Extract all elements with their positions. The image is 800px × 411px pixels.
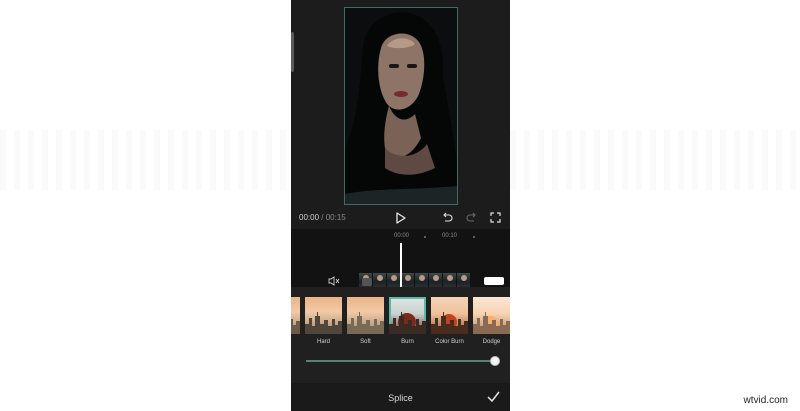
blend-mode-thumbnail: [473, 297, 510, 334]
clip-frame: [457, 273, 470, 287]
preview-frame-image: [345, 8, 457, 204]
blend-mode-partial[interactable]: [291, 297, 300, 345]
opacity-slider-track[interactable]: [306, 360, 496, 362]
total-time: 00:15: [325, 213, 346, 222]
blend-mode-item[interactable]: Color Burn: [431, 297, 468, 345]
bottom-bar: Splice: [291, 383, 510, 411]
city-skyline-image: [347, 312, 384, 334]
clip-frame: [387, 273, 400, 287]
blend-mode-list[interactable]: Hard Soft Burn Color Burn Dodge: [291, 297, 510, 345]
blend-mode-label: Hard: [316, 339, 330, 345]
blend-mode-item[interactable]: Dodge: [473, 297, 510, 345]
time-readout: 00:00 / 00:15: [299, 213, 346, 222]
tick-dot: [424, 236, 426, 238]
tick-dot: [473, 236, 475, 238]
blend-mode-thumbnail: [291, 297, 300, 334]
blend-mode-thumbnail: [431, 297, 468, 334]
playback-bar: 00:00 / 00:15: [291, 207, 510, 229]
clip-edit-badge[interactable]: [362, 278, 372, 286]
background-right: [510, 130, 800, 190]
side-handle[interactable]: [291, 32, 294, 72]
time-separator: /: [319, 213, 326, 222]
add-clip-button[interactable]: [484, 277, 504, 285]
blend-mode-label: Burn: [401, 339, 414, 345]
blend-mode-panel: Hard Soft Burn Color Burn Dodge: [291, 287, 510, 383]
blend-mode-item[interactable]: Soft: [347, 297, 384, 345]
video-clip-track[interactable]: [359, 273, 471, 287]
mute-icon[interactable]: [328, 276, 340, 286]
app-screen: 00:00 / 00:15 00:00 00:10 Hard Soft Burn…: [291, 0, 510, 411]
playhead[interactable]: [400, 243, 402, 287]
blend-mode-thumbnail: [389, 297, 426, 334]
tick-label: 00:00: [394, 233, 410, 239]
fullscreen-icon[interactable]: [490, 212, 501, 223]
clip-frame: [443, 273, 456, 287]
blend-mode-label: Dodge: [482, 339, 501, 345]
watermark: wtvid.com: [743, 395, 788, 406]
clip-frame: [429, 273, 442, 287]
city-skyline-image: [305, 312, 342, 334]
blend-mode-label: Color Burn: [435, 339, 464, 345]
play-icon[interactable]: [395, 212, 406, 224]
undo-icon[interactable]: [442, 212, 453, 223]
clip-frame: [401, 273, 414, 287]
city-skyline-image: [291, 319, 300, 334]
current-time: 00:00: [299, 213, 320, 222]
tick-label: 00:10: [442, 233, 458, 239]
city-skyline-image: [473, 312, 510, 334]
clip-frame: [373, 273, 386, 287]
timeline[interactable]: 00:00 00:10: [291, 229, 510, 287]
city-skyline-image: [389, 312, 426, 334]
panel-title: Splice: [388, 393, 413, 403]
blend-mode-item[interactable]: Hard: [305, 297, 342, 345]
blend-mode-label: Soft: [360, 339, 371, 345]
blend-mode-item-selected[interactable]: Burn: [389, 297, 426, 345]
blend-mode-thumbnail: [305, 297, 342, 334]
clip-frame: [415, 273, 428, 287]
blend-mode-thumbnail: [347, 297, 384, 334]
opacity-slider-knob[interactable]: [490, 356, 500, 366]
video-preview[interactable]: [344, 7, 458, 205]
checkmark-icon[interactable]: [487, 391, 500, 402]
city-skyline-image: [431, 312, 468, 334]
background-left: [0, 130, 290, 190]
redo-icon[interactable]: [466, 212, 477, 223]
